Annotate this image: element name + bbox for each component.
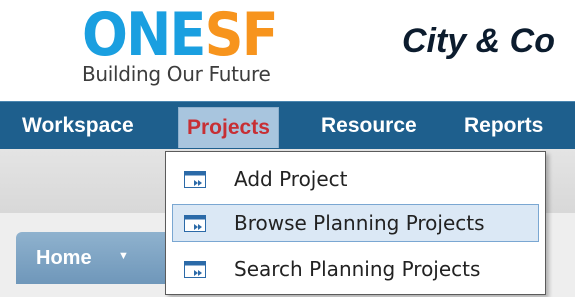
logo-tagline: Building Our Future (82, 62, 271, 86)
chevron-down-icon[interactable]: ▼ (118, 250, 129, 262)
project-icon (184, 261, 206, 278)
projects-dropdown-menu: Add Project Browse Planning Projects Sea… (165, 151, 546, 295)
menu-item-search-planning-projects[interactable]: Search Planning Projects (172, 250, 539, 288)
menu-item-browse-planning-projects[interactable]: Browse Planning Projects (172, 204, 539, 242)
logo-sf-text: SF (204, 0, 279, 70)
project-icon (184, 215, 206, 232)
project-icon (184, 171, 206, 188)
tab-home-label[interactable]: Home (36, 247, 92, 270)
menu-item-label: Add Project (234, 167, 348, 191)
page-title: City & Co (402, 22, 555, 60)
menu-item-add-project[interactable]: Add Project (172, 160, 539, 198)
nav-item-projects[interactable]: Projects (178, 107, 279, 148)
nav-item-workspace[interactable]: Workspace (22, 102, 134, 150)
menu-item-label: Browse Planning Projects (234, 211, 485, 235)
nav-item-reports[interactable]: Reports (464, 102, 543, 150)
nav-item-resource[interactable]: Resource (321, 102, 417, 150)
logo-one-text: ONE (82, 0, 206, 70)
onesf-logo[interactable]: ONESF Building Our Future (82, 5, 298, 86)
logo-wordmark: ONESF (82, 5, 279, 65)
menu-item-label: Search Planning Projects (234, 257, 481, 281)
main-nav-bar: Workspace Projects Resource Reports (0, 101, 575, 149)
